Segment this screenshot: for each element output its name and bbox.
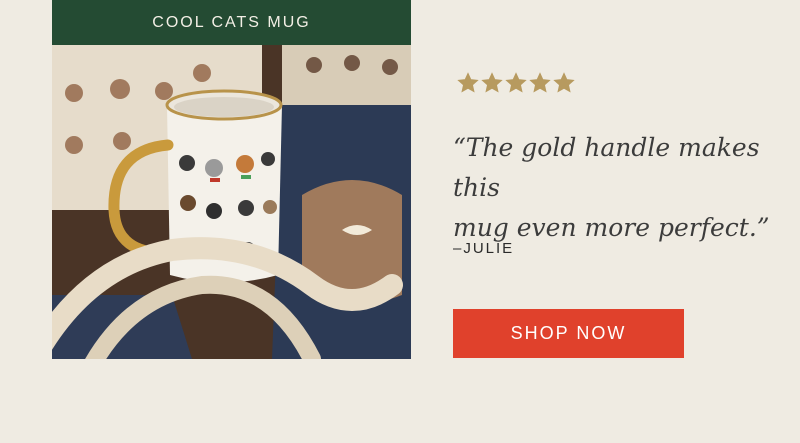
product-title: COOL CATS MUG (152, 13, 311, 31)
review-quote-line-1: “The gold handle makes this (453, 133, 760, 202)
review-panel: “The gold handle makes this mug even mor… (453, 0, 773, 443)
star-icon (529, 72, 551, 93)
star-icon (481, 72, 503, 93)
mug-illustration (52, 45, 411, 359)
product-card: COOL CATS MUG (52, 0, 411, 359)
star-icon (505, 72, 527, 93)
review-author: –JULIE (453, 240, 515, 257)
review-quote: “The gold handle makes this mug even mor… (453, 128, 773, 248)
star-icon (553, 72, 575, 93)
star-icon (457, 72, 479, 93)
product-title-banner: COOL CATS MUG (52, 0, 411, 45)
shop-now-button[interactable]: SHOP NOW (453, 309, 684, 358)
star-rating (457, 72, 575, 94)
product-photo[interactable] (52, 45, 411, 359)
